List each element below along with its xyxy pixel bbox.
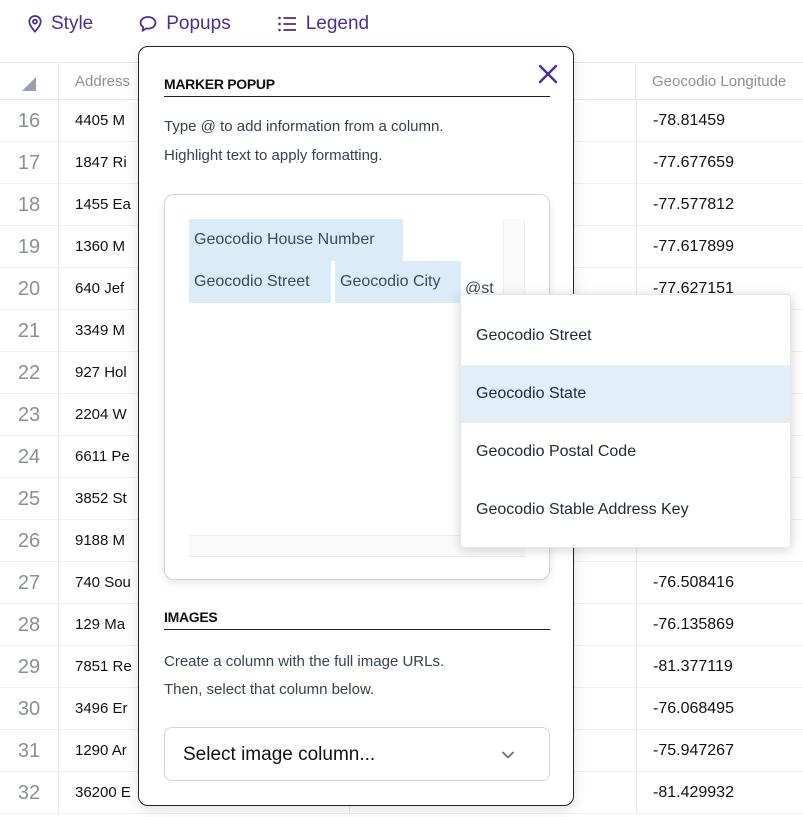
address-cell[interactable]: 3852 St [59,478,139,520]
address-cell[interactable]: 1360 M [59,226,139,268]
address-cell[interactable]: 7851 Re [59,646,139,688]
editor-chip-house-number[interactable]: Geocodio House Number [189,219,403,261]
address-cell[interactable]: 1455 Ea [59,184,139,226]
address-cell[interactable]: 9188 M [59,520,139,562]
longitude-cell[interactable]: -76.068495 [636,688,803,730]
row-number: 17 [0,142,59,184]
row-number: 26 [0,520,59,562]
row-number: 27 [0,562,59,604]
row-number: 16 [0,100,59,142]
map-pin-icon [28,15,42,33]
row-number: 25 [0,478,59,520]
chevron-down-icon [502,751,514,759]
address-cell[interactable]: 3496 Er [59,688,139,730]
marker-popup-help-1: Type @ to add information from a column. [164,118,444,135]
speech-bubble-icon [139,16,157,32]
longitude-cell[interactable]: -78.81459 [636,100,803,142]
autocomplete-option[interactable]: Geocodio Stable Address Key [461,481,790,539]
legend-tab[interactable]: Legend [277,13,369,35]
address-cell[interactable]: 3349 M [59,310,139,352]
image-column-select-label: Select image column... [183,744,376,765]
marker-popup-title: MARKER POPUP [164,76,275,92]
row-number: 18 [0,184,59,226]
popups-tab-label: Popups [166,13,231,34]
popups-tab[interactable]: Popups [139,13,231,35]
images-divider [164,629,550,630]
autocomplete-option[interactable]: Geocodio Street [461,307,790,365]
longitude-cell[interactable]: -76.135869 [636,604,803,646]
autocomplete-option[interactable]: Geocodio State [461,365,790,423]
row-number: 31 [0,730,59,772]
address-cell[interactable]: 1847 Ri [59,142,139,184]
list-icon [277,16,296,32]
toolbar: Style Popups Legend [0,0,803,48]
close-icon[interactable] [535,61,561,87]
row-number: 21 [0,310,59,352]
row-number: 23 [0,394,59,436]
address-cell[interactable]: 129 Ma [59,604,139,646]
row-number: 22 [0,352,59,394]
row-number: 32 [0,772,59,814]
longitude-cell[interactable]: -77.617899 [636,226,803,268]
address-cell[interactable]: 1290 Ar [59,730,139,772]
legend-tab-label: Legend [305,13,370,34]
address-cell[interactable]: 927 Hol [59,352,139,394]
longitude-cell[interactable]: -77.577812 [636,184,803,226]
row-number: 28 [0,604,59,646]
style-tab[interactable]: Style [28,13,93,35]
marker-popup-help-2: Highlight text to apply formatting. [164,147,383,164]
address-cell[interactable]: 640 Jef [59,268,139,310]
address-cell[interactable]: 740 Sou [59,562,139,604]
images-title: IMAGES [164,609,218,625]
select-all-corner[interactable] [0,63,59,101]
marker-popup-divider [164,96,550,97]
row-number: 19 [0,226,59,268]
longitude-cell[interactable]: -81.377119 [636,646,803,688]
column-autocomplete-dropdown: Geocodio Street Geocodio State Geocodio Po… [460,294,791,548]
address-cell[interactable]: 6611 Pe [59,436,139,478]
row-number: 29 [0,646,59,688]
image-column-select[interactable]: Select image column... [164,727,550,781]
address-cell[interactable]: 4405 M [59,100,139,142]
images-help-2: Then, select that column below. [164,681,375,698]
address-cell[interactable]: 2204 W [59,394,139,436]
column-header-longitude[interactable]: Geocodio Longitude [636,63,803,101]
longitude-cell[interactable]: -77.677659 [636,142,803,184]
images-help-1: Create a column with the full image URLs… [164,653,445,670]
corner-triangle-icon [22,77,36,91]
row-number: 30 [0,688,59,730]
longitude-cell[interactable]: -81.429932 [636,772,803,814]
row-number: 20 [0,268,59,310]
style-tab-label: Style [51,13,94,34]
longitude-cell[interactable]: -75.947267 [636,730,803,772]
address-cell[interactable]: 36200 E [59,772,139,814]
longitude-cell[interactable]: -76.508416 [636,562,803,604]
editor-chip-street[interactable]: Geocodio Street [189,261,331,303]
autocomplete-option[interactable]: Geocodio Postal Code [461,423,790,481]
row-number: 24 [0,436,59,478]
editor-chip-city[interactable]: Geocodio City [335,261,461,303]
